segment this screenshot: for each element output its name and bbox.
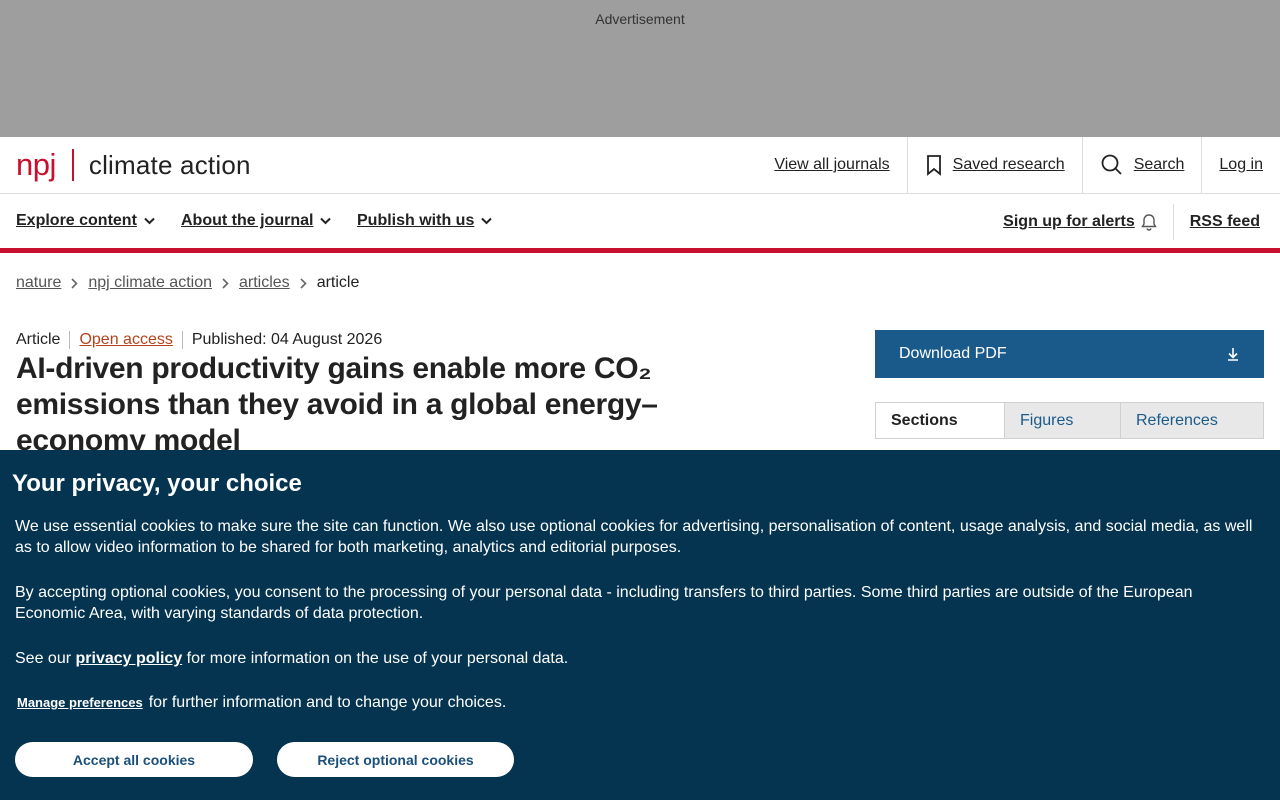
- alerts-label: Sign up for alerts: [1003, 213, 1135, 230]
- cookie-paragraph-3: See our privacy policy for more informat…: [15, 648, 1265, 669]
- nav-publish-label: Publish with us: [357, 212, 475, 229]
- accept-all-cookies-button[interactable]: Accept all cookies: [15, 742, 253, 777]
- breadcrumb-journal[interactable]: npj climate action: [88, 274, 212, 292]
- advertisement-label: Advertisement: [595, 11, 685, 27]
- privacy-policy-link[interactable]: privacy policy: [76, 650, 183, 667]
- logo-divider: [71, 149, 74, 181]
- chevron-down-icon: [481, 217, 493, 225]
- article-meta: Article Open access Published: 04 August…: [16, 331, 382, 349]
- nav-about-label: About the journal: [181, 212, 314, 229]
- chevron-right-icon: [300, 277, 307, 289]
- search-link[interactable]: Search: [1081, 137, 1202, 193]
- cookie-banner: Your privacy, your choice We use essenti…: [0, 450, 1280, 800]
- search-icon: [1101, 154, 1122, 175]
- meta-divider: [69, 331, 71, 349]
- nav-explore-content[interactable]: Explore content: [16, 212, 155, 230]
- bookmark-icon: [926, 155, 941, 176]
- download-pdf-label: Download PDF: [899, 345, 1007, 362]
- meta-divider: [181, 331, 183, 349]
- journal-logo[interactable]: npj climate action: [16, 148, 251, 182]
- logo-journal-name: climate action: [88, 150, 251, 180]
- article-title: AI-driven productivity gains enable more…: [16, 352, 658, 457]
- view-all-journals-link[interactable]: View all journals: [757, 137, 906, 193]
- chevron-right-icon: [71, 277, 79, 289]
- cookie-p3-before: See our: [15, 650, 72, 667]
- chevron-right-icon: [222, 277, 229, 289]
- cookie-paragraph-1: We use essential cookies to make sure th…: [15, 518, 1253, 556]
- download-pdf-button[interactable]: Download PDF: [875, 330, 1264, 378]
- login-link[interactable]: Log in: [1201, 137, 1280, 193]
- download-icon: [1228, 348, 1238, 361]
- open-access-link[interactable]: Open access: [79, 331, 172, 349]
- breadcrumb-current: article: [316, 274, 360, 291]
- cookie-paragraph-2: By accepting optional cookies, you conse…: [15, 584, 1193, 622]
- main-nav: Explore content About the journal Publis…: [0, 194, 1280, 249]
- bell-icon: [1141, 214, 1157, 231]
- cookie-title: Your privacy, your choice: [12, 470, 302, 497]
- nav-about-journal[interactable]: About the journal: [181, 212, 332, 230]
- rss-feed-link[interactable]: RSS feed: [1174, 213, 1280, 231]
- sign-up-alerts-link[interactable]: Sign up for alerts: [1003, 204, 1174, 240]
- site-header: npj climate action View all journals Sav…: [0, 137, 1280, 194]
- breadcrumb-nature[interactable]: nature: [16, 274, 61, 292]
- header-links: View all journals Saved research Search …: [757, 137, 1280, 193]
- chevron-down-icon: [144, 217, 155, 225]
- cookie-p3-after: for more information on the use of your …: [186, 650, 569, 667]
- cookie-paragraph-4: Manage preferences for further informatio…: [15, 692, 1265, 713]
- article-type: Article: [16, 331, 61, 348]
- tab-figures[interactable]: Figures: [1004, 403, 1120, 438]
- brand-rule: [0, 248, 1280, 253]
- logo-npj: npj: [16, 147, 56, 182]
- nav-right: Sign up for alerts RSS feed: [1003, 204, 1280, 240]
- saved-research-link[interactable]: Saved research: [906, 137, 1082, 193]
- nav-publish-with-us[interactable]: Publish with us: [357, 212, 493, 230]
- nav-explore-label: Explore content: [16, 212, 137, 229]
- reject-optional-cookies-button[interactable]: Reject optional cookies: [277, 742, 514, 777]
- tab-references[interactable]: References: [1120, 403, 1263, 438]
- advertisement-bar: Advertisement: [0, 0, 1280, 137]
- article-tabs: Sections Figures References: [875, 402, 1264, 439]
- breadcrumb-articles[interactable]: articles: [239, 274, 290, 292]
- saved-research-label: Saved research: [952, 156, 1065, 173]
- cookie-manage-after: for further information and to change yo…: [148, 694, 507, 711]
- breadcrumb: nature npj climate action articles artic…: [16, 274, 359, 292]
- search-label: Search: [1133, 156, 1185, 173]
- manage-preferences-link[interactable]: Manage preferences: [17, 695, 143, 710]
- published-date: Published: 04 August 2026: [191, 331, 383, 348]
- tab-sections[interactable]: Sections: [876, 403, 1004, 438]
- chevron-down-icon: [320, 217, 332, 225]
